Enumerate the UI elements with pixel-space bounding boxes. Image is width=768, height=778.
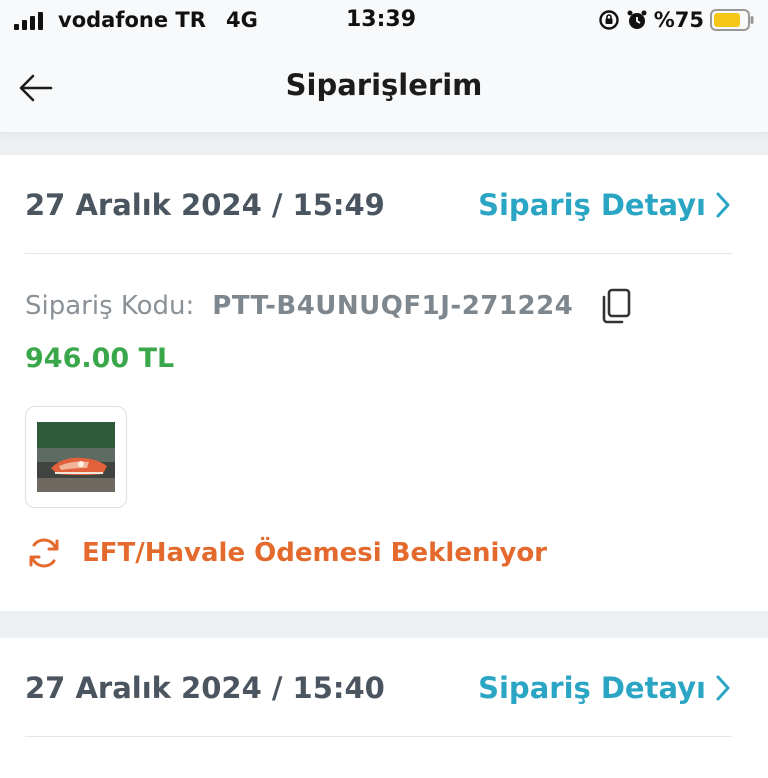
order-price: 946.00 TL <box>25 343 175 374</box>
copy-icon[interactable] <box>599 287 633 325</box>
product-image <box>37 422 115 492</box>
app-header: Siparişlerim <box>0 44 768 133</box>
order-detail-label: Sipariş Detayı <box>478 188 706 222</box>
order-code-row: Sipariş Kodu: PTT-B4UNUQF1J-271224 <box>25 287 633 325</box>
order-date: 27 Aralık 2024 / 15:40 <box>25 671 385 705</box>
status-bar: vodafone TR 4G 13:39 %75 <box>0 0 768 44</box>
signal-icon <box>14 12 43 30</box>
rotation-lock-icon <box>598 9 620 31</box>
order-status-text: EFT/Havale Ödemesi Bekleniyor <box>82 538 548 568</box>
order-code-label: Sipariş Kodu: <box>25 291 195 321</box>
chevron-right-icon <box>714 673 732 703</box>
network-type: 4G <box>226 8 258 32</box>
order-detail-label: Sipariş Detayı <box>478 671 706 705</box>
order-status-row: EFT/Havale Ödemesi Bekleniyor <box>26 535 547 571</box>
carrier-name: vodafone TR <box>58 8 206 32</box>
order-detail-link[interactable]: Sipariş Detayı <box>478 188 732 222</box>
battery-icon <box>710 9 754 31</box>
order-code-value: PTT-B4UNUQF1J-271224 <box>212 291 574 321</box>
battery-percent: %75 <box>653 8 704 32</box>
order-card: 27 Aralık 2024 / 15:49 Sipariş Detayı Si… <box>0 155 768 611</box>
order-date: 27 Aralık 2024 / 15:49 <box>25 188 385 222</box>
product-thumbnail[interactable] <box>25 406 127 508</box>
order-card: 27 Aralık 2024 / 15:40 Sipariş Detayı <box>0 638 768 778</box>
status-time: 13:39 <box>346 7 417 32</box>
alarm-icon <box>626 9 648 31</box>
order-detail-link[interactable]: Sipariş Detayı <box>478 671 732 705</box>
order-card-header: 27 Aralık 2024 / 15:49 Sipariş Detayı <box>25 155 732 254</box>
page-title: Siparişlerim <box>285 68 483 102</box>
chevron-right-icon <box>714 190 732 220</box>
refresh-icon <box>26 535 62 571</box>
order-card-header: 27 Aralık 2024 / 15:40 Sipariş Detayı <box>25 638 732 737</box>
